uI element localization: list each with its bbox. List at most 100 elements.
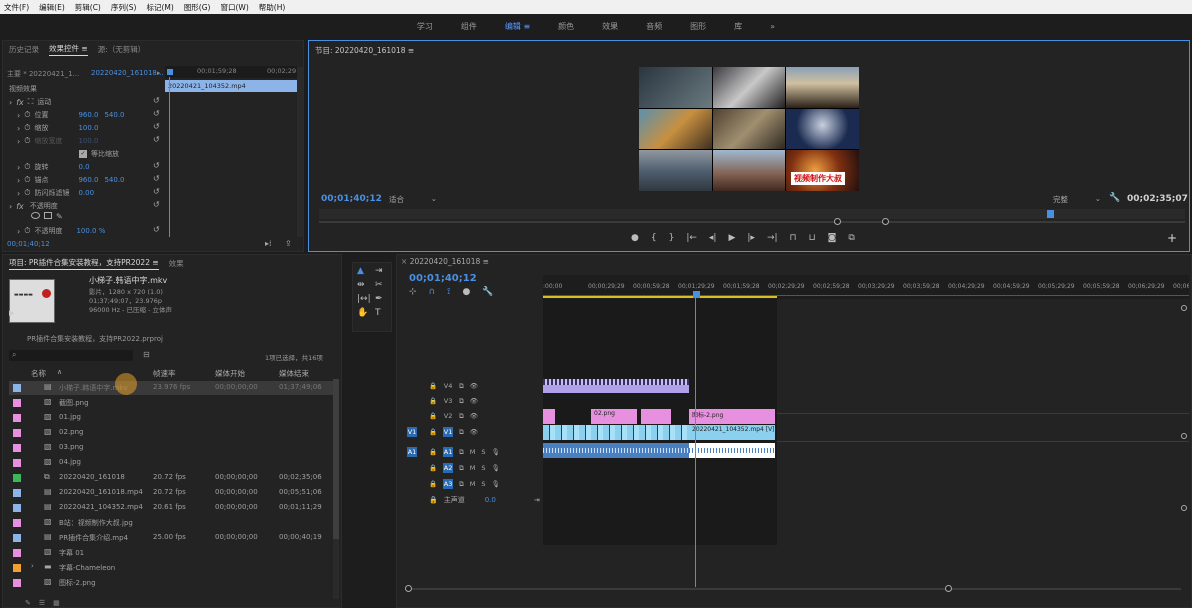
workspace-assembly[interactable]: 组件 bbox=[447, 21, 491, 32]
stopwatch-icon[interactable]: ⏱ bbox=[24, 110, 30, 120]
snap-icon[interactable]: ∩ bbox=[429, 287, 436, 297]
effect-mini-ruler[interactable]: 00;01;59;28 00;02;29 bbox=[165, 66, 297, 78]
clip-a1-a[interactable] bbox=[543, 443, 689, 458]
clip-a1-b[interactable] bbox=[689, 443, 775, 458]
eye-icon[interactable]: 👁 bbox=[470, 382, 478, 390]
solo-button[interactable]: S bbox=[481, 464, 485, 472]
effect-scrollbar[interactable] bbox=[297, 67, 303, 237]
master-expand-icon[interactable]: ⇥ bbox=[534, 496, 540, 504]
menu-edit[interactable]: 编辑(E) bbox=[39, 2, 65, 13]
project-item-row[interactable]: › ▬ 字幕-Chameleon bbox=[9, 561, 333, 575]
export-icon[interactable]: ⇪ bbox=[285, 239, 292, 248]
menu-markers[interactable]: 标记(M) bbox=[146, 2, 173, 13]
mute-button[interactable]: M bbox=[470, 448, 476, 456]
video-track-header[interactable]: 🔒 V4 ⧉ 👁 bbox=[405, 379, 541, 393]
sync-lock-icon[interactable]: ⧉ bbox=[459, 480, 464, 489]
property-value-1[interactable]: 100.0 bbox=[78, 124, 104, 132]
label-color-swatch[interactable] bbox=[13, 519, 21, 527]
scroll-handle-icon[interactable] bbox=[1181, 505, 1187, 511]
expand-chevron-icon[interactable]: › bbox=[17, 176, 20, 185]
project-item-row[interactable]: ▧ 字幕 01 bbox=[9, 546, 333, 560]
audio-track-header[interactable]: A1 🔒 A1 ⧉ M S 🎙 bbox=[405, 445, 541, 459]
lock-icon[interactable]: 🔒 bbox=[429, 397, 437, 405]
effect-property-row[interactable]: › ⏱ 旋转 0.0 bbox=[17, 161, 104, 173]
menu-clip[interactable]: 剪辑(C) bbox=[75, 2, 101, 13]
sort-icon[interactable]: ∧ bbox=[57, 368, 62, 376]
linked-selection-icon[interactable]: ⟟ bbox=[447, 287, 450, 297]
track-target[interactable]: V2 bbox=[443, 411, 453, 421]
workspace-color[interactable]: 颜色 bbox=[544, 21, 588, 32]
source-patch-a[interactable]: A1 bbox=[407, 447, 417, 457]
project-item-row[interactable]: ▧ 03.png bbox=[9, 441, 333, 455]
track-select-tool-icon[interactable]: ⇥ bbox=[375, 266, 391, 276]
project-item-row[interactable]: ▧ 02.png bbox=[9, 426, 333, 440]
project-item-row[interactable]: ▤ PR插件合集介绍.mp4 25.00 fps 00;00;00;00 00;00;4… bbox=[9, 531, 333, 545]
voice-over-icon[interactable]: 🎙 bbox=[492, 448, 500, 456]
razor-tool-icon[interactable]: ✂ bbox=[375, 280, 391, 290]
menu-help[interactable]: 帮助(H) bbox=[259, 2, 286, 13]
extract-icon[interactable]: ⊔ bbox=[809, 233, 816, 243]
label-color-swatch[interactable] bbox=[13, 444, 21, 452]
timeline-ruler[interactable]: :00;00 00;00;29;29 00;00;59;28 00;01;29;29 0… bbox=[543, 275, 1189, 299]
lock-icon[interactable]: 🔒 bbox=[429, 448, 437, 456]
add-button-icon[interactable]: + bbox=[1167, 231, 1177, 245]
mini-clip[interactable]: 20220421_104352.mp4 bbox=[165, 80, 297, 92]
scroll-handle-icon[interactable] bbox=[945, 585, 952, 592]
lock-icon[interactable]: 🔒 bbox=[429, 428, 437, 436]
expand-chevron-icon[interactable]: › bbox=[9, 98, 12, 107]
close-icon[interactable]: × bbox=[401, 257, 407, 266]
lock-icon[interactable]: 🔒 bbox=[429, 412, 437, 420]
wrench-icon[interactable]: 🔧 bbox=[1109, 193, 1120, 203]
pen-tool-icon[interactable]: ✒ bbox=[375, 294, 391, 304]
column-name[interactable]: 名称 bbox=[31, 368, 46, 379]
reset-property-icon[interactable]: ↺ bbox=[153, 187, 160, 196]
stopwatch-icon[interactable]: ⏱ bbox=[24, 123, 30, 133]
mark-in-icon[interactable]: { bbox=[651, 233, 657, 243]
project-item-row[interactable]: ⧉ 20220420_161018 20.72 fps 00;00;00;00 00;0… bbox=[9, 471, 333, 485]
hand-tool-icon[interactable]: ✋ bbox=[357, 308, 373, 318]
solo-button[interactable]: S bbox=[481, 480, 485, 488]
program-menu-icon[interactable]: ≡ bbox=[408, 46, 414, 55]
clip-v4[interactable] bbox=[543, 379, 689, 393]
preview-thumbnail[interactable]: ▬▬▬▬ bbox=[9, 279, 55, 323]
reset-property-icon[interactable]: ↺ bbox=[153, 135, 160, 144]
effect-property-row[interactable]: › ⏱ 缩放 100.0 bbox=[17, 122, 104, 134]
workspace-audio[interactable]: 音频 bbox=[632, 21, 676, 32]
pen-mask-icon[interactable]: ✎ bbox=[56, 212, 63, 221]
opacity-value[interactable]: 100.0 % bbox=[76, 227, 105, 235]
clip-v2-03[interactable] bbox=[641, 409, 671, 424]
reset-opacity-value-icon[interactable]: ↺ bbox=[153, 225, 160, 234]
checkbox-checked-icon[interactable]: ✓ bbox=[79, 150, 87, 158]
solo-button[interactable]: S bbox=[481, 448, 485, 456]
tab-source[interactable]: 源:（无剪辑） bbox=[98, 44, 146, 55]
tab-effect-controls[interactable]: 效果控件 ≡ bbox=[49, 43, 88, 56]
add-marker-icon[interactable]: ● bbox=[631, 233, 639, 243]
reset-property-icon[interactable]: ↺ bbox=[153, 109, 160, 118]
workspace-menu-icon[interactable]: ≡ bbox=[523, 22, 530, 31]
tab-effects[interactable]: 效果 bbox=[169, 258, 184, 269]
zoom-handle-icon[interactable] bbox=[882, 218, 889, 225]
project-item-row[interactable]: ▤ 小梯子.韩语中字.mkv 23.976 fps 00;00;00;00 01;37;… bbox=[9, 381, 333, 395]
go-to-in-icon[interactable]: |← bbox=[686, 233, 697, 243]
eye-icon[interactable]: 👁 bbox=[470, 412, 478, 420]
mute-button[interactable]: M bbox=[470, 480, 476, 488]
mute-button[interactable]: M bbox=[470, 464, 476, 472]
clip-v1-b[interactable]: 20220421_104352.mp4 [V] bbox=[689, 425, 775, 440]
slip-tool-icon[interactable]: |↔| bbox=[357, 294, 373, 304]
project-scrollbar[interactable] bbox=[333, 379, 339, 599]
video-track-header[interactable]: 🔒 V3 ⧉ 👁 bbox=[405, 394, 541, 408]
label-color-swatch[interactable] bbox=[13, 459, 21, 467]
master-clip-label[interactable]: 主要 * 20220421_1... bbox=[7, 69, 79, 79]
property-value-1[interactable]: 0.00 bbox=[78, 189, 104, 197]
property-value-1[interactable]: 100.0 bbox=[78, 137, 104, 145]
quality-dropdown[interactable]: 完整 ⌄ bbox=[1053, 194, 1101, 205]
expand-chevron-icon[interactable]: › bbox=[17, 111, 20, 120]
label-color-swatch[interactable] bbox=[13, 489, 21, 497]
project-item-row[interactable]: ▧ 04.jpg bbox=[9, 456, 333, 470]
label-color-swatch[interactable] bbox=[13, 414, 21, 422]
work-area-bar[interactable] bbox=[543, 296, 777, 298]
stopwatch-icon[interactable]: ⏱ bbox=[24, 162, 30, 172]
track-target[interactable]: V3 bbox=[443, 396, 453, 406]
project-item-row[interactable]: ▤ 20220420_161018.mp4 20.72 fps 00;00;00;00… bbox=[9, 486, 333, 500]
effect-property-row[interactable]: ✓ 等比缩放 bbox=[79, 148, 119, 160]
